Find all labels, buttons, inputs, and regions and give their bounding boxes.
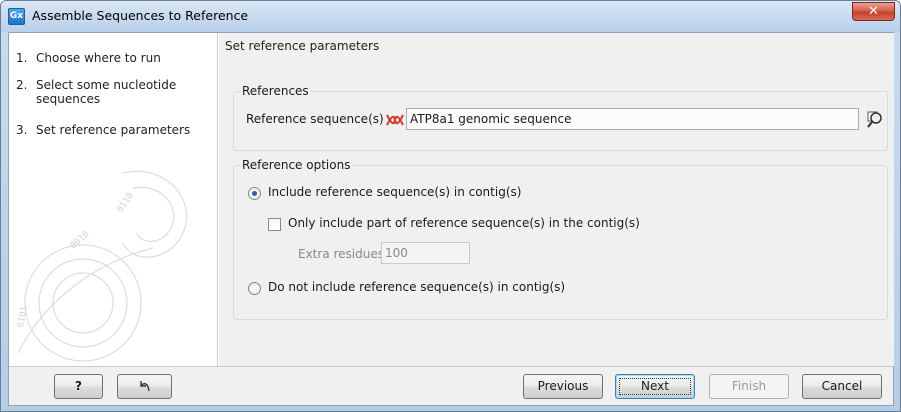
step-choose-where-to-run: 1. Choose where to run [16,51,161,65]
reset-arrow-icon [139,381,150,392]
step-label: Choose where to run [36,51,161,65]
help-label: ? [75,379,82,393]
references-group-title: References [240,84,311,98]
exclude-reference-radio[interactable] [248,282,261,295]
step-number: 2. [16,78,28,92]
parameters-panel: Set reference parameters References Refe… [219,33,894,366]
step-number: 1. [16,51,28,65]
focus-ring [619,378,691,395]
step-number: 3. [16,123,28,137]
step-select-sequences: 2. Select some nucleotide sequences [16,78,186,106]
finish-button[interactable]: Finish [709,374,789,399]
title-bar[interactable]: Gx Assemble Sequences to Reference ✕ [1,1,900,32]
partial-reference-checkbox[interactable] [268,218,281,231]
extra-residues-field[interactable]: 100 [381,242,470,264]
step-label: Select some nucleotide sequences [36,78,177,106]
dialog-body: 1. Choose where to run 2. Select some nucl… [8,32,894,406]
svg-text:0010: 0010 [69,230,92,252]
svg-text:0101: 0101 [16,305,30,328]
references-group: References Reference sequence(s) ATP8a1 … [233,84,888,151]
reference-options-group: Reference options Include reference sequ… [233,158,888,320]
include-reference-radio[interactable] [248,187,261,200]
cancel-button[interactable]: Cancel [802,374,882,399]
reference-sequence-field[interactable]: ATP8a1 genomic sequence [406,108,859,130]
page-title: Set reference parameters [225,39,380,53]
window-title: Assemble Sequences to Reference [32,8,249,23]
reference-sequence-label: Reference sequence(s) [246,112,384,126]
next-button[interactable]: Next [615,374,695,399]
exclude-reference-label[interactable]: Do not include reference sequence(s) in … [268,280,565,294]
button-bar: ? Previous Next Finish Cancel [9,366,893,405]
reference-options-group-title: Reference options [240,158,353,172]
include-reference-label[interactable]: Include reference sequence(s) in contig(… [268,185,521,199]
previous-button[interactable]: Previous [523,374,603,399]
reset-button[interactable] [117,374,172,399]
svg-text:0110: 0110 [115,191,136,215]
step-set-reference-parameters: 3. Set reference parameters [16,123,190,137]
dna-sequence-icon [386,114,404,126]
dialog-window: Gx Assemble Sequences to Reference ✕ 1. C… [0,0,901,412]
app-icon: Gx [8,8,25,25]
close-button[interactable]: ✕ [852,2,895,21]
step-label: Set reference parameters [36,123,191,137]
extra-residues-label: Extra residues [298,247,384,261]
wizard-steps-panel: 1. Choose where to run 2. Select some nucl… [9,33,218,366]
browse-magnifier-icon[interactable] [864,108,886,130]
decorative-swirl-graphic: 0010 0101 0110 [16,170,188,362]
help-button[interactable]: ? [54,374,103,399]
partial-reference-label[interactable]: Only include part of reference sequence(… [288,216,640,230]
